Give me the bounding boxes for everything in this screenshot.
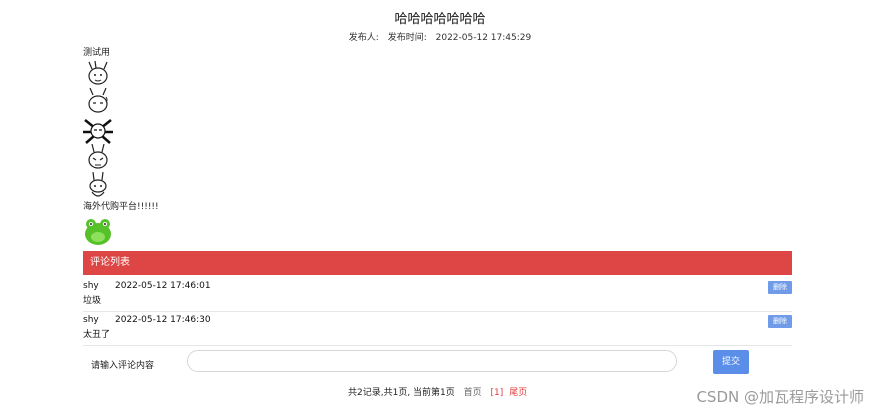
- bunny-sweat-icon: [88, 88, 108, 113]
- publisher-label: 发布人:: [348, 33, 379, 43]
- delete-comment-button[interactable]: 删除: [768, 315, 792, 328]
- comment-time: 2022-05-12 17:46:01: [115, 281, 211, 291]
- comment-text: 垃圾: [83, 296, 102, 306]
- comment-row: shy 2022-05-12 17:46:01 垃圾 删除: [83, 277, 792, 312]
- emoji-stack: [83, 60, 113, 200]
- frog-icon: [85, 219, 111, 245]
- publish-time: 2022-05-12 17:45:29: [435, 33, 532, 43]
- article-meta: 发布人: 发布时间: 2022-05-12 17:45:29: [0, 30, 880, 43]
- bunny-shy-icon: [89, 172, 107, 197]
- first-page-link[interactable]: 首页: [464, 388, 482, 398]
- comment-user: shy: [83, 281, 99, 291]
- content-text-2: 海外代购平台!!!!!!: [83, 202, 159, 212]
- current-page-link[interactable]: [1]: [491, 388, 504, 398]
- comments-header: 评论列表: [83, 251, 792, 275]
- comment-input-label: 请输入评论内容: [91, 361, 155, 371]
- last-page-link[interactable]: 尾页: [509, 388, 527, 398]
- bunny-angry-icon: [88, 144, 108, 169]
- delete-comment-button[interactable]: 删除: [768, 281, 792, 294]
- comment-row: shy 2022-05-12 17:46:30 太丑了 删除: [83, 311, 792, 346]
- comment-text: 太丑了: [83, 330, 111, 340]
- pagination-summary: 共2记录,共1页, 当前第1页: [348, 388, 455, 398]
- article-title: 哈哈哈哈哈哈哈: [394, 12, 486, 27]
- submit-button[interactable]: 提交: [713, 350, 749, 374]
- watermark: CSDN @加瓦程序设计师: [696, 388, 864, 406]
- bunny-shock-icon: [83, 119, 113, 144]
- publish-time-label: 发布时间:: [387, 33, 427, 43]
- comment-time: 2022-05-12 17:46:30: [115, 315, 211, 325]
- content-text-1: 测试用: [83, 48, 111, 58]
- bunny-fight-icon: [88, 60, 108, 85]
- article-content: 测试用 海外代购平台!!!!!!: [83, 46, 803, 246]
- comment-form: 请输入评论内容 提交: [83, 350, 792, 376]
- pagination: 共2记录,共1页, 当前第1页 首页 [1] 尾页: [348, 385, 533, 398]
- comment-user: shy: [83, 315, 99, 325]
- comment-input[interactable]: [187, 350, 677, 372]
